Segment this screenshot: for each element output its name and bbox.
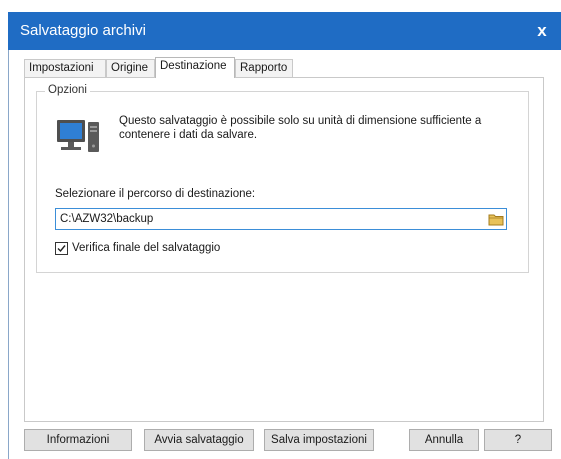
info-button[interactable]: Informazioni (24, 429, 132, 451)
path-label: Selezionare il percorso di destinazione: (55, 188, 256, 200)
checkmark-icon (57, 244, 66, 252)
verify-checkbox[interactable] (55, 241, 68, 255)
destination-path-input[interactable] (56, 209, 480, 229)
verify-checkbox-label: Verifica finale del salvataggio (72, 242, 221, 254)
tab-rapporto[interactable]: Rapporto (235, 59, 293, 77)
tab-destinazione[interactable]: Destinazione (155, 57, 235, 78)
folder-icon (488, 214, 504, 226)
group-title: Opzioni (45, 84, 90, 96)
title-bar: Salvataggio archivi x (8, 12, 561, 50)
verify-checkbox-row[interactable]: Verifica finale del salvataggio (55, 240, 220, 256)
cancel-button[interactable]: Annulla (409, 429, 479, 451)
info-text: Questo salvataggio è possibile solo su u… (119, 115, 482, 141)
close-button[interactable]: x (523, 12, 561, 50)
options-group: Opzioni Questo salvataggio è possibile s… (36, 84, 529, 273)
help-button[interactable]: ? (484, 429, 552, 451)
destination-path-field (55, 208, 507, 230)
tab-impostazioni[interactable]: Impostazioni (24, 59, 106, 77)
window-title: Salvataggio archivi (20, 22, 146, 39)
destinazione-panel: Opzioni Questo salvataggio è possibile s… (24, 77, 544, 422)
close-icon: x (537, 21, 547, 40)
computer-icon (55, 116, 103, 164)
button-bar: Informazioni Avvia salvataggio Salva imp… (24, 429, 554, 453)
tab-origine[interactable]: Origine (106, 59, 155, 77)
start-backup-button[interactable]: Avvia salvataggio (144, 429, 254, 451)
browse-folder-button[interactable] (487, 210, 505, 228)
save-settings-button[interactable]: Salva impostazioni (264, 429, 374, 451)
